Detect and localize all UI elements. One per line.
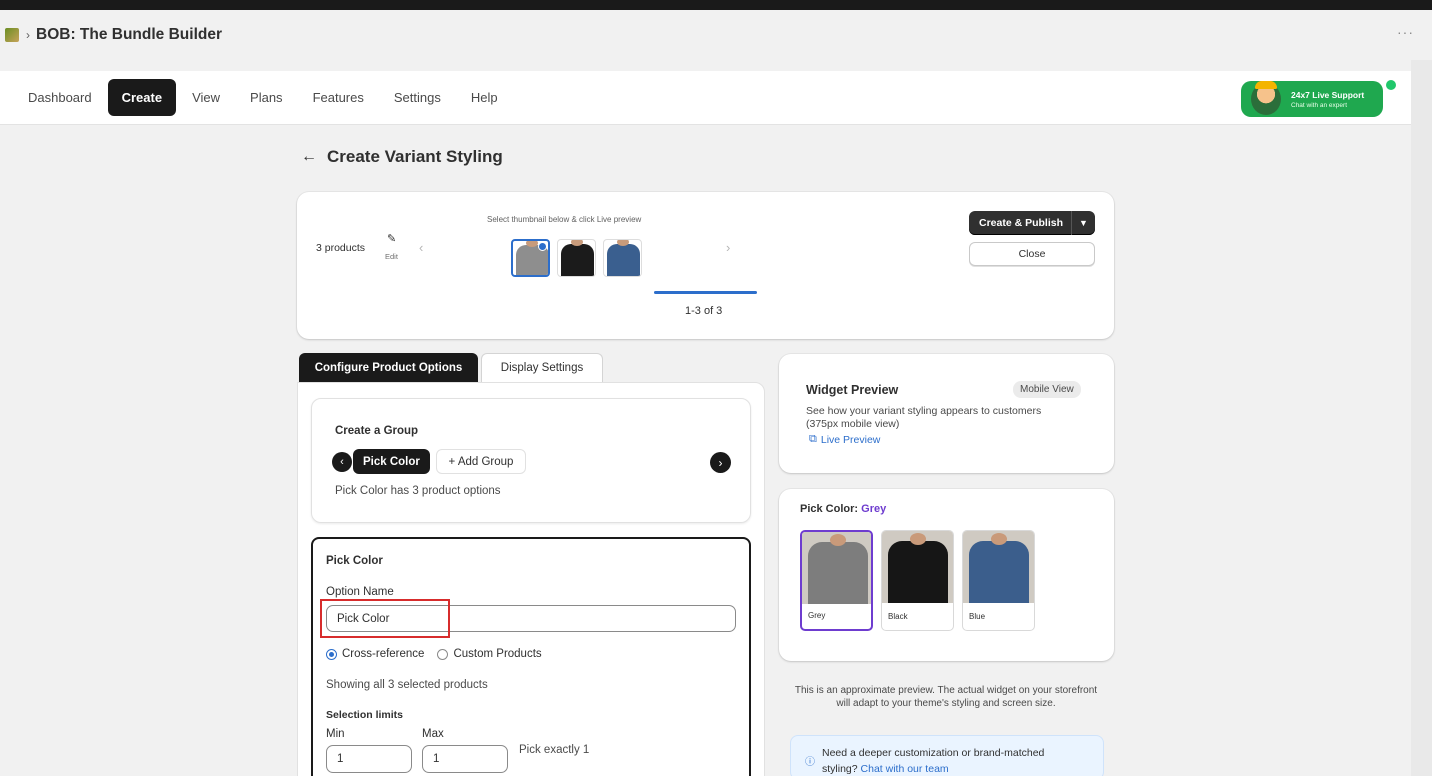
mobile-view-badge: Mobile View	[1013, 381, 1081, 398]
product-thumbnail-grey[interactable]	[511, 239, 550, 277]
source-radio-group: Cross-reference Custom Products	[326, 648, 542, 660]
window-top-strip	[0, 0, 1432, 10]
swatch-black[interactable]: Black	[881, 530, 954, 631]
create-group-card: Create a Group ‹ Pick Color + Add Group …	[311, 398, 751, 523]
edit-label[interactable]: Edit	[385, 252, 398, 261]
group-scroll-right-icon[interactable]: ›	[710, 452, 731, 473]
online-status-dot	[1386, 80, 1396, 90]
product-thumbnail-black[interactable]	[557, 239, 596, 277]
external-link-icon: ⧉	[809, 433, 817, 445]
swatch-label: Grey	[808, 611, 826, 620]
option-name-label: Option Name	[326, 586, 394, 598]
nav-create[interactable]: Create	[107, 79, 177, 116]
group-chip-pick-color[interactable]: Pick Color	[353, 449, 430, 474]
live-support-button[interactable]: 24x7 Live Support Chat with an expert	[1241, 81, 1383, 117]
nav-help[interactable]: Help	[457, 79, 512, 116]
breadcrumb-separator: ›	[26, 28, 30, 42]
app-title[interactable]: BOB: The Bundle Builder	[36, 26, 222, 44]
products-card: 3 products ✎ Edit ‹ Select thumbnail bel…	[297, 192, 1114, 339]
tab-configure-product-options[interactable]: Configure Product Options	[299, 353, 478, 382]
widget-preview-card: Widget Preview Mobile View See how your …	[779, 354, 1114, 473]
group-scroll-left-icon[interactable]: ‹	[332, 452, 352, 472]
live-preview-link[interactable]: ⧉ Live Preview	[809, 433, 880, 446]
swatch-label: Black	[888, 612, 908, 621]
pick-color-label-text: Pick Color:	[800, 503, 859, 515]
pencil-icon[interactable]: ✎	[387, 232, 396, 245]
support-agent-avatar	[1251, 81, 1281, 115]
support-subtitle: Chat with an expert	[1291, 101, 1348, 109]
add-group-button[interactable]: + Add Group	[436, 449, 526, 474]
nav-dashboard[interactable]: Dashboard	[14, 79, 106, 116]
widget-preview-title: Widget Preview	[806, 383, 899, 397]
app-header: › BOB: The Bundle Builder ···	[0, 10, 1432, 60]
selection-limits-title: Selection limits	[326, 709, 404, 721]
configure-panel: Create a Group ‹ Pick Color + Add Group …	[297, 382, 765, 776]
option-card: Pick Color Option Name Cross-reference C…	[311, 537, 751, 776]
help-banner: ⓘ Need a deeper customization or brand-m…	[790, 735, 1104, 776]
nav-plans[interactable]: Plans	[236, 79, 297, 116]
min-input[interactable]	[326, 745, 412, 773]
app-logo-icon	[5, 28, 19, 42]
nav-features[interactable]: Features	[299, 79, 378, 116]
close-button[interactable]: Close	[969, 242, 1095, 266]
product-thumbnails	[511, 239, 642, 277]
max-input[interactable]	[422, 745, 508, 773]
back-arrow-icon[interactable]: ←	[301, 148, 317, 166]
product-thumbnail-blue[interactable]	[603, 239, 642, 277]
pick-color-value: Grey	[861, 503, 887, 515]
radio-custom-products[interactable]	[437, 648, 449, 660]
scrollbar-track[interactable]	[1411, 60, 1432, 776]
radio-cross-reference-label[interactable]: Cross-reference	[342, 648, 424, 660]
group-title: Create a Group	[335, 425, 419, 437]
pick-color-label: Pick Color: Grey	[800, 503, 886, 515]
option-title: Pick Color	[326, 555, 383, 567]
nav-settings[interactable]: Settings	[380, 79, 455, 116]
carousel-progress-bar	[654, 291, 757, 294]
chat-with-team-link[interactable]: Chat with our team	[861, 763, 949, 775]
color-swatches: Grey Black Blue	[800, 530, 1035, 631]
support-title: 24x7 Live Support	[1291, 89, 1365, 100]
range-label: 1-3 of 3	[685, 305, 723, 317]
preview-disclaimer: This is an approximate preview. The actu…	[794, 685, 1098, 709]
showing-products-text: Showing all 3 selected products	[326, 679, 488, 691]
nav-view[interactable]: View	[178, 79, 234, 116]
max-label: Max	[422, 728, 444, 740]
pick-exactly-text: Pick exactly 1	[519, 744, 590, 756]
help-text: Need a deeper customization or brand-mat…	[822, 745, 1082, 776]
page-title: Create Variant Styling	[327, 147, 503, 166]
top-navigation: Dashboard Create View Plans Features Set…	[0, 71, 1411, 125]
highlight-annotation	[320, 599, 450, 638]
group-summary: Pick Color has 3 product options	[335, 485, 501, 497]
widget-description: See how your variant styling appears to …	[806, 405, 1042, 430]
products-count: 3 products	[316, 242, 366, 254]
info-icon: ⓘ	[805, 757, 815, 768]
thumbnail-hint: Select thumbnail below & click Live prev…	[487, 215, 642, 224]
live-preview-label[interactable]: Live Preview	[821, 434, 881, 446]
swatch-blue[interactable]: Blue	[962, 530, 1035, 631]
more-options-icon[interactable]: ···	[1397, 24, 1414, 40]
swatch-grey[interactable]: Grey	[800, 530, 873, 631]
min-label: Min	[326, 728, 345, 740]
chevron-left-icon[interactable]: ‹	[419, 240, 423, 255]
radio-custom-products-label[interactable]: Custom Products	[453, 648, 541, 660]
pick-color-preview-card: Pick Color: Grey Grey Black Blue	[779, 489, 1114, 661]
chevron-right-icon[interactable]: ›	[726, 240, 730, 255]
radio-cross-reference[interactable]	[326, 648, 337, 660]
tab-display-settings[interactable]: Display Settings	[481, 353, 603, 382]
caret-down-icon[interactable]: ▼	[1071, 211, 1095, 235]
create-publish-button[interactable]: Create & Publish ▼	[969, 211, 1095, 235]
swatch-label: Blue	[969, 612, 986, 621]
page-header: ← Create Variant Styling	[301, 147, 503, 167]
create-publish-label: Create & Publish	[979, 217, 1064, 229]
